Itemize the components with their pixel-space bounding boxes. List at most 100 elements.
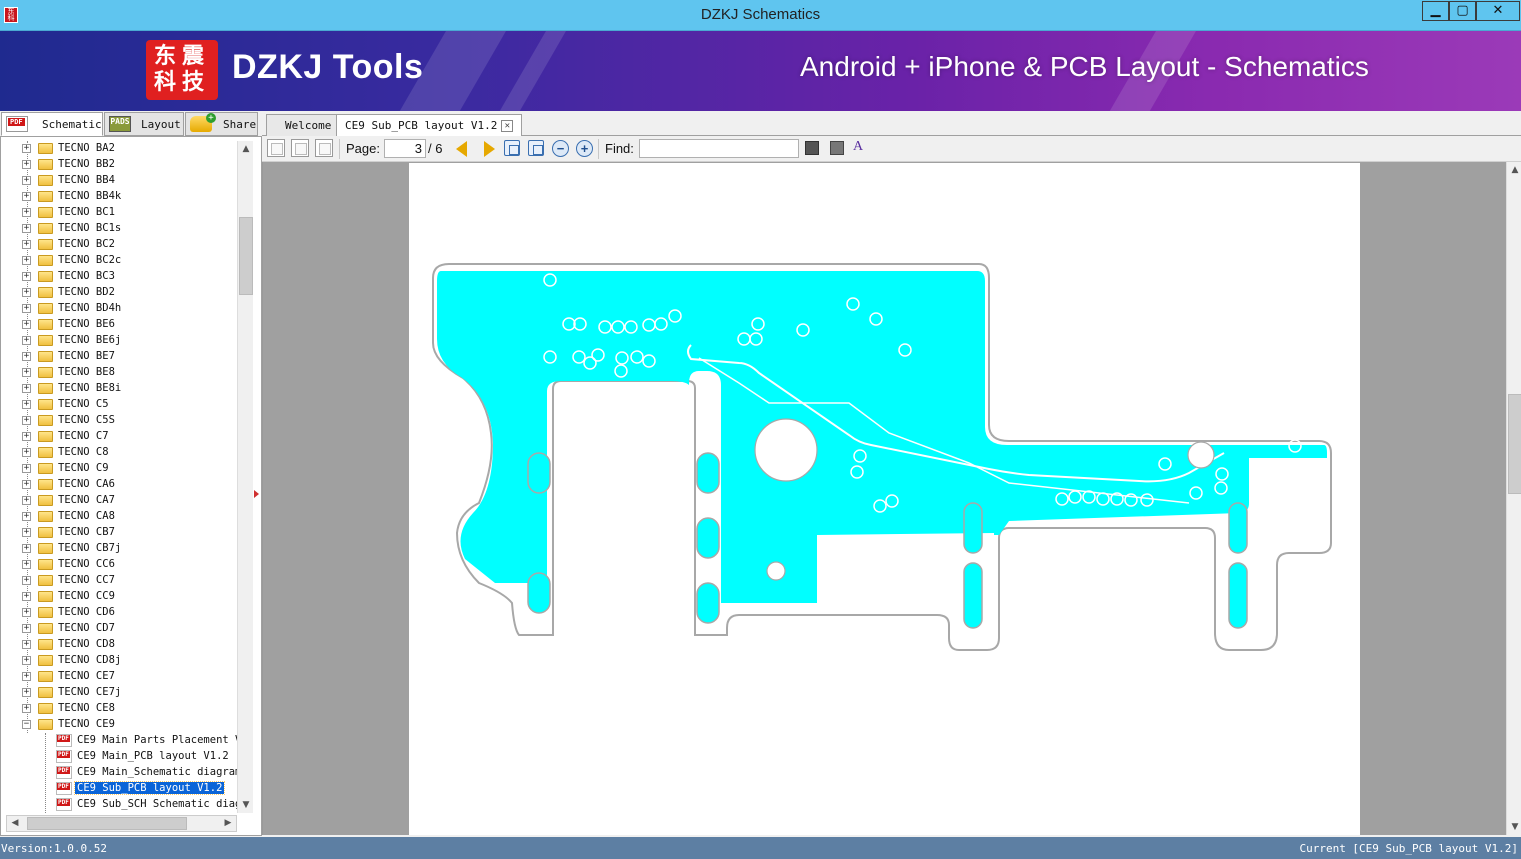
tab-layout[interactable]: PADS Layout: [104, 112, 184, 136]
scroll-thumb[interactable]: [27, 817, 187, 830]
expand-icon[interactable]: +: [22, 448, 31, 457]
find-next-icon[interactable]: [830, 141, 844, 155]
expand-icon[interactable]: +: [22, 576, 31, 585]
tree-folder-item[interactable]: + TECNO CA7: [1, 493, 237, 509]
expand-icon[interactable]: +: [22, 704, 31, 713]
expand-icon[interactable]: +: [22, 608, 31, 617]
print-icon[interactable]: [315, 139, 333, 157]
scroll-thumb[interactable]: [239, 217, 253, 295]
tree-folder-item[interactable]: + TECNO CC7: [1, 573, 237, 589]
tree-file-item[interactable]: CE9 Main_PCB layout V1.2: [1, 749, 237, 765]
tree-folder-item[interactable]: + TECNO C8: [1, 445, 237, 461]
next-page-icon[interactable]: [484, 141, 495, 157]
tree-folder-item[interactable]: + TECNO C5: [1, 397, 237, 413]
page-number-input[interactable]: 3: [384, 139, 426, 158]
tree-folder-item[interactable]: + TECNO C9: [1, 461, 237, 477]
highlight-text-icon[interactable]: A: [853, 139, 871, 157]
tree-folder-item[interactable]: + TECNO CE7: [1, 669, 237, 685]
find-input[interactable]: [639, 139, 799, 158]
tree-folder-item[interactable]: + TECNO BB4k: [1, 189, 237, 205]
expand-icon[interactable]: +: [22, 480, 31, 489]
tree-folder-item[interactable]: + TECNO BE8i: [1, 381, 237, 397]
expand-icon[interactable]: +: [22, 144, 31, 153]
expand-icon[interactable]: +: [22, 656, 31, 665]
tab-schematic[interactable]: Schematic: [1, 112, 103, 136]
tree-folder-item[interactable]: + TECNO CD8j: [1, 653, 237, 669]
expand-icon[interactable]: +: [22, 688, 31, 697]
tree-folder-item[interactable]: + TECNO BE8: [1, 365, 237, 381]
tree-folder-item[interactable]: + TECNO BC2: [1, 237, 237, 253]
tree-folder-item[interactable]: + TECNO BE6j: [1, 333, 237, 349]
tree-folder-item[interactable]: + TECNO BB4: [1, 173, 237, 189]
expand-icon[interactable]: +: [22, 176, 31, 185]
expand-icon[interactable]: +: [22, 192, 31, 201]
fit-page-icon[interactable]: [528, 140, 544, 156]
tree-file-item[interactable]: CE9 Main Parts Placement V1: [1, 733, 237, 749]
tree-file-item[interactable]: CE9 Main_Schematic diagram: [1, 765, 237, 781]
expand-icon[interactable]: +: [22, 160, 31, 169]
tree-folder-item[interactable]: + TECNO CA6: [1, 477, 237, 493]
expand-icon[interactable]: +: [22, 560, 31, 569]
viewer-vertical-scrollbar[interactable]: ▲ ▼: [1506, 162, 1521, 835]
expand-icon[interactable]: +: [22, 272, 31, 281]
tree-folder-item[interactable]: + TECNO C7: [1, 429, 237, 445]
expand-icon[interactable]: +: [22, 304, 31, 313]
scroll-up-icon[interactable]: ▲: [1507, 162, 1521, 178]
expand-icon[interactable]: +: [22, 352, 31, 361]
expand-icon[interactable]: +: [22, 368, 31, 377]
tree-folder-item[interactable]: + TECNO BA2: [1, 141, 237, 157]
tree-folder-item[interactable]: + TECNO CE8: [1, 701, 237, 717]
tree-file-item[interactable]: CE9 Sub_SCH Schematic diagr: [1, 797, 237, 813]
tree-folder-item[interactable]: + TECNO CD7: [1, 621, 237, 637]
expand-icon[interactable]: +: [22, 592, 31, 601]
zoom-out-icon[interactable]: −: [552, 140, 569, 157]
tree-folder-item[interactable]: + TECNO CE7j: [1, 685, 237, 701]
scroll-down-icon[interactable]: ▼: [238, 797, 254, 813]
expand-icon[interactable]: +: [22, 224, 31, 233]
tree-folder-item[interactable]: + TECNO CB7j: [1, 541, 237, 557]
scroll-up-icon[interactable]: ▲: [238, 141, 254, 157]
tab-current-document[interactable]: CE9 Sub_PCB layout V1.2 ✕: [336, 114, 523, 137]
scroll-right-icon[interactable]: ▶: [220, 816, 236, 831]
find-previous-icon[interactable]: [805, 141, 819, 155]
scroll-down-icon[interactable]: ▼: [1507, 819, 1521, 835]
expand-icon[interactable]: +: [22, 336, 31, 345]
expand-icon[interactable]: +: [22, 496, 31, 505]
copy-page-icon[interactable]: [291, 139, 309, 157]
tree-folder-item[interactable]: + TECNO CD8: [1, 637, 237, 653]
expand-icon[interactable]: +: [22, 288, 31, 297]
tree-folder-item[interactable]: + TECNO CC6: [1, 557, 237, 573]
tree-folder-item[interactable]: + TECNO CB7: [1, 525, 237, 541]
expand-icon[interactable]: +: [22, 640, 31, 649]
scroll-left-icon[interactable]: ◀: [7, 816, 23, 831]
tree-folder-item[interactable]: + TECNO BD2: [1, 285, 237, 301]
file-tree[interactable]: + TECNO BA2 + TECNO BB2 + TECNO BB4 + TECNO BB4…: [1, 141, 237, 813]
minimize-button[interactable]: ▁: [1422, 1, 1449, 21]
expand-icon[interactable]: +: [22, 400, 31, 409]
expand-icon[interactable]: +: [22, 240, 31, 249]
document-viewer[interactable]: ▲ ▼: [262, 162, 1521, 835]
tree-folder-item[interactable]: − TECNO CE9: [1, 717, 237, 733]
tree-folder-item[interactable]: + TECNO BE7: [1, 349, 237, 365]
collapse-panel-icon[interactable]: [254, 490, 259, 498]
expand-icon[interactable]: +: [22, 544, 31, 553]
zoom-in-icon[interactable]: +: [576, 140, 593, 157]
tree-folder-item[interactable]: + TECNO BC3: [1, 269, 237, 285]
tree-folder-item[interactable]: + TECNO BC1: [1, 205, 237, 221]
expand-icon[interactable]: +: [22, 384, 31, 393]
close-button[interactable]: ✕: [1476, 1, 1520, 21]
tree-folder-item[interactable]: + TECNO C5S: [1, 413, 237, 429]
expand-icon[interactable]: +: [22, 464, 31, 473]
tree-folder-item[interactable]: + TECNO BD4h: [1, 301, 237, 317]
tree-folder-item[interactable]: + TECNO BC2c: [1, 253, 237, 269]
tree-folder-item[interactable]: + TECNO CD6: [1, 605, 237, 621]
expand-icon[interactable]: +: [22, 624, 31, 633]
open-document-icon[interactable]: [267, 139, 285, 157]
tree-folder-item[interactable]: + TECNO CA8: [1, 509, 237, 525]
expand-icon[interactable]: +: [22, 208, 31, 217]
maximize-button[interactable]: ▢: [1449, 1, 1476, 21]
expand-icon[interactable]: +: [22, 512, 31, 521]
tree-horizontal-scrollbar[interactable]: ◀ ▶: [6, 815, 237, 832]
collapse-icon[interactable]: −: [22, 720, 31, 729]
expand-icon[interactable]: +: [22, 416, 31, 425]
